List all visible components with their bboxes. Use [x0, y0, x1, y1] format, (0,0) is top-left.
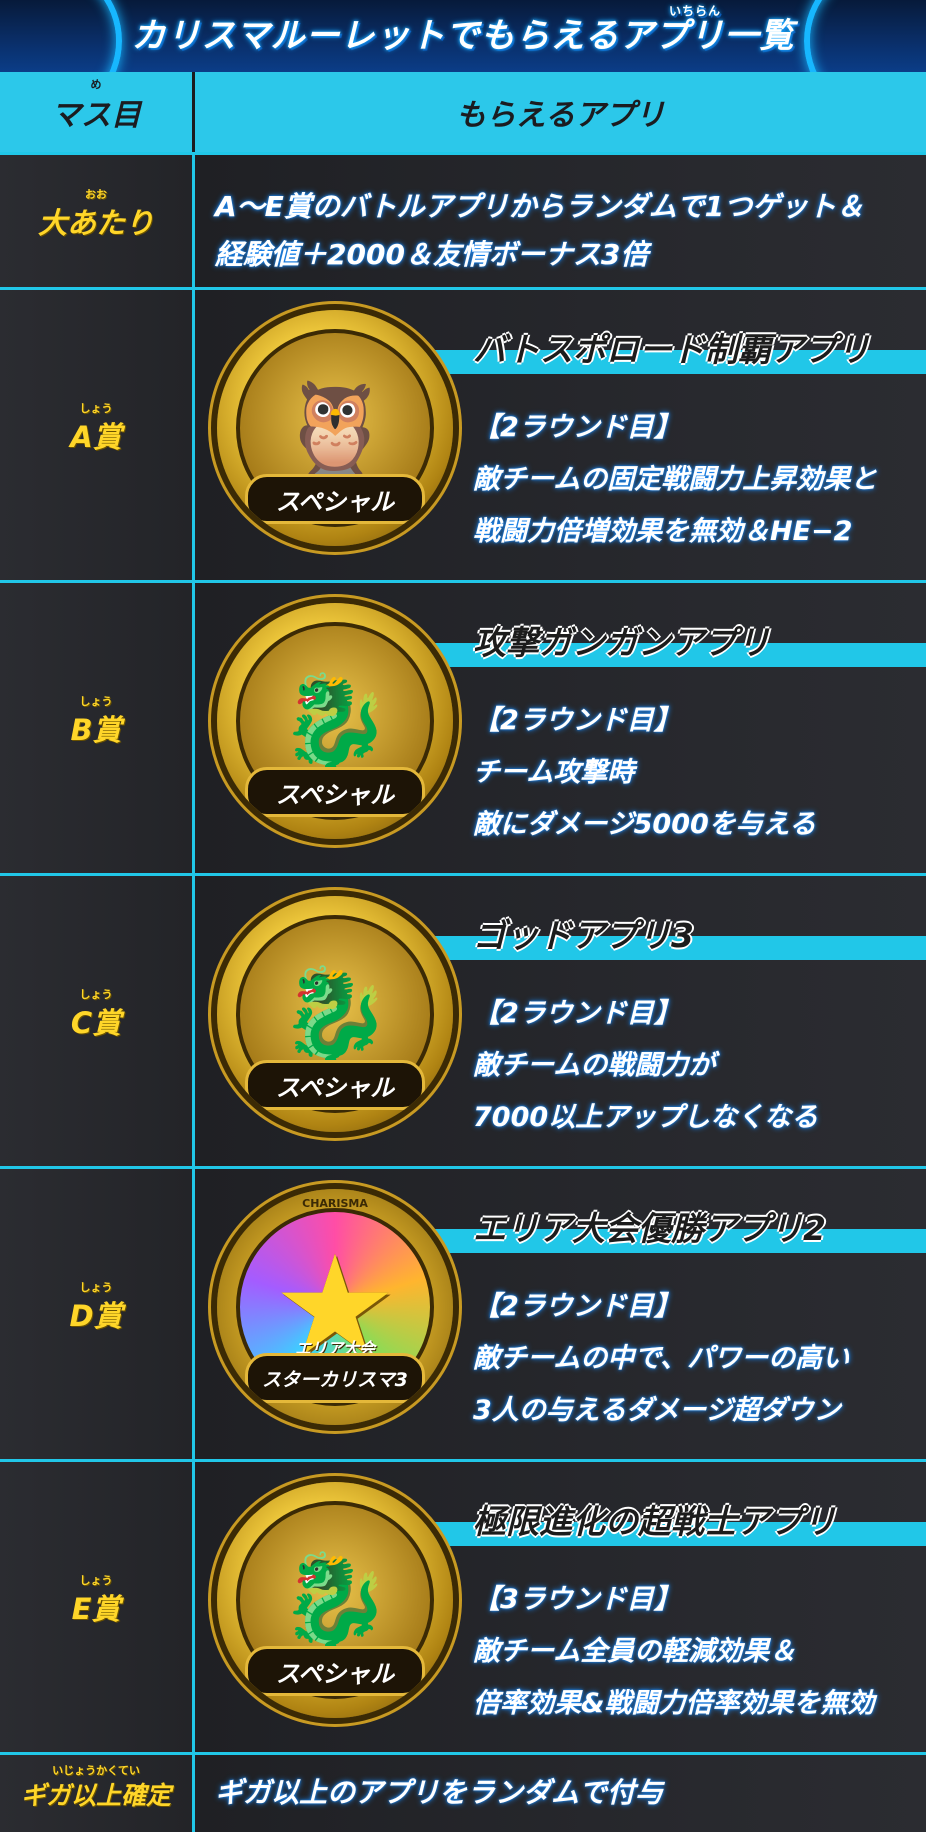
header-left-ruby: め: [90, 78, 102, 91]
row-content-cell: 🐉 スペシャル 極限進化の超戦士アプリ 【3ラウンド目】 敵チーム全員の軽減効果…: [195, 1462, 926, 1752]
row-content-cell: A～E賞のバトルアプリからランダムで1つゲット＆ 経験値＋2000＆友情ボーナス…: [195, 155, 926, 287]
effect-line: 【2ラウンド目】: [473, 1291, 681, 1322]
table-row-prize-b: しょう B賞 🐉 スペシャル 攻撃ガンガンアプリ 【2ラウンド目】 チーム攻撃時…: [0, 580, 926, 873]
page-title: カリスマルーレットでもらえるアプリ一覧 いちらん: [0, 4, 926, 57]
prize-label-ruby: しょう: [79, 988, 113, 1001]
row-label-cell: しょう E賞: [0, 1462, 192, 1752]
prize-label-text: D賞: [69, 1299, 123, 1333]
header-cell-right: もらえるアプリ: [195, 72, 926, 152]
page-header: カリスマルーレットでもらえるアプリ一覧 いちらん: [0, 0, 926, 72]
app-name: ゴッドアプリ3: [473, 916, 694, 955]
effect-line: 【3ラウンド目】: [473, 1584, 681, 1615]
prize-label-text: B賞: [70, 713, 122, 747]
header-left-text: マス目: [51, 98, 141, 133]
table-row-giga: いじょうかくてい ギガ以上確定 ギガ以上のアプリをランダムで付与: [0, 1752, 926, 1832]
prize-label-ruby: しょう: [79, 695, 113, 708]
row-content-cell: 🐉 スペシャル 攻撃ガンガンアプリ 【2ラウンド目】 チーム攻撃時 敵にダメージ…: [195, 583, 926, 873]
prize-label-text: A賞: [70, 420, 122, 454]
table-header-row: め マス目 もらえるアプリ: [0, 72, 926, 152]
app-name: エリア大会優勝アプリ2: [473, 1209, 826, 1248]
prize-table: め マス目 もらえるアプリ おお 大あたり A～E賞のバトルアプリからランダムで…: [0, 72, 926, 1832]
table-row-prize-d: しょう D賞 CHARISMA ★ エリア大会 スターカリスマ3 エリア大会優勝…: [0, 1166, 926, 1459]
row-content-cell: 🦉 スペシャル バトスポロード制覇アプリ 【2ラウンド目】 敵チームの固定戦闘力…: [195, 290, 926, 580]
effect-line: 倍率効果&戦闘力倍率効果を無効: [473, 1688, 875, 1719]
app-effect: 【2ラウンド目】 敵チームの固定戦闘力上昇効果と 戦闘力倍増効果を無効＆HE−2: [473, 402, 877, 558]
jackpot-line-2: 経験値＋2000＆友情ボーナス3倍: [215, 238, 649, 271]
effect-line: 敵チームの戦闘力が: [473, 1050, 716, 1081]
row-content-cell: ギガ以上のアプリをランダムで付与: [195, 1755, 926, 1832]
effect-line: 戦闘力倍増効果を無効＆HE−2: [473, 516, 853, 547]
giga-label-ruby: いじょうかくてい: [52, 1763, 140, 1777]
prize-label: しょう A賞: [70, 402, 122, 456]
effect-line: 敵にダメージ5000を与える: [473, 809, 816, 840]
app-medal: 🐉 スペシャル: [217, 1482, 453, 1718]
prize-label: しょう D賞: [69, 1281, 123, 1335]
prize-label-ruby: しょう: [79, 402, 113, 415]
row-label-cell: しょう B賞: [0, 583, 192, 873]
table-row-prize-c: しょう C賞 🐉 スペシャル ゴッドアプリ3 【2ラウンド目】 敵チームの戦闘力…: [0, 873, 926, 1166]
row-label-cell: いじょうかくてい ギガ以上確定: [0, 1755, 192, 1832]
prize-label-ruby: しょう: [79, 1281, 113, 1294]
giga-label: いじょうかくてい ギガ以上確定: [20, 1764, 171, 1812]
title-text: カリスマルーレットでもらえるアプリ一覧: [131, 16, 795, 56]
prize-label: しょう E賞: [71, 1574, 121, 1628]
row-label-cell: しょう D賞: [0, 1169, 192, 1459]
row-label-cell: おお 大あたり: [0, 155, 192, 287]
jackpot-description: A～E賞のバトルアプリからランダムで1つゲット＆ 経験値＋2000＆友情ボーナス…: [215, 183, 864, 279]
prize-label-text: E賞: [71, 1592, 121, 1626]
header-right-label: もらえるアプリ: [455, 98, 666, 133]
title-ruby: いちらん: [668, 4, 721, 18]
effect-line: 【2ラウンド目】: [473, 998, 681, 1029]
medal-band: スペシャル: [245, 767, 425, 817]
medal-band: スペシャル: [245, 1060, 425, 1110]
row-content-cell: CHARISMA ★ エリア大会 スターカリスマ3 エリア大会優勝アプリ2 【2…: [195, 1169, 926, 1459]
medal-band: スペシャル: [245, 1646, 425, 1696]
app-medal: 🦉 スペシャル: [217, 310, 453, 546]
app-effect: 【2ラウンド目】 チーム攻撃時 敵にダメージ5000を与える: [473, 695, 816, 851]
effect-line: 3人の与えるダメージ超ダウン: [473, 1395, 841, 1426]
medal-band: スターカリスマ3: [245, 1353, 425, 1403]
jackpot-ruby: おお: [84, 188, 107, 201]
app-effect: 【3ラウンド目】 敵チーム全員の軽減効果＆ 倍率効果&戦闘力倍率効果を無効: [473, 1574, 875, 1730]
table-row-prize-a: しょう A賞 🦉 スペシャル バトスポロード制覇アプリ 【2ラウンド目】 敵チー…: [0, 287, 926, 580]
giga-label-text: ギガ以上確定: [20, 1780, 171, 1810]
row-label-cell: しょう A賞: [0, 290, 192, 580]
prize-label-ruby: しょう: [79, 1574, 113, 1587]
effect-line: 敵チームの中で、パワーの高い: [473, 1343, 850, 1374]
table-row-prize-e: しょう E賞 🐉 スペシャル 極限進化の超戦士アプリ 【3ラウンド目】 敵チーム…: [0, 1459, 926, 1752]
effect-line: 敵チームの固定戦闘力上昇効果と: [473, 464, 878, 495]
medal-band: スペシャル: [245, 474, 425, 524]
table-row-jackpot: おお 大あたり A～E賞のバトルアプリからランダムで1つゲット＆ 経験値＋200…: [0, 152, 926, 287]
header-cell-left: め マス目: [0, 72, 192, 152]
effect-line: 7000以上アップしなくなる: [473, 1102, 819, 1133]
app-medal: CHARISMA ★ エリア大会 スターカリスマ3: [217, 1189, 453, 1425]
giga-description: ギガ以上のアプリをランダムで付与: [215, 1776, 664, 1809]
effect-line: 敵チーム全員の軽減効果＆: [473, 1636, 797, 1667]
prize-label: しょう B賞: [70, 695, 122, 749]
jackpot-line-1: A～E賞のバトルアプリからランダムで1つゲット＆: [215, 190, 865, 223]
row-content-cell: 🐉 スペシャル ゴッドアプリ3 【2ラウンド目】 敵チームの戦闘力が 7000以…: [195, 876, 926, 1166]
jackpot-label: おお 大あたり: [37, 188, 154, 242]
prize-label-text: C賞: [70, 1006, 122, 1040]
app-name: バトスポロード制覇アプリ: [473, 330, 870, 369]
app-name: 極限進化の超戦士アプリ: [473, 1502, 836, 1541]
row-label-cell: しょう C賞: [0, 876, 192, 1166]
app-medal: 🐉 スペシャル: [217, 603, 453, 839]
app-name: 攻撃ガンガンアプリ: [473, 623, 770, 662]
effect-line: 【2ラウンド目】: [473, 412, 681, 443]
header-left-label: め マス目: [51, 78, 141, 134]
effect-line: 【2ラウンド目】: [473, 705, 681, 736]
app-effect: 【2ラウンド目】 敵チームの戦闘力が 7000以上アップしなくなる: [473, 988, 818, 1144]
jackpot-label-text: 大あたり: [37, 206, 154, 240]
app-effect: 【2ラウンド目】 敵チームの中で、パワーの高い 3人の与えるダメージ超ダウン: [473, 1281, 849, 1437]
effect-line: チーム攻撃時: [473, 757, 635, 788]
app-medal: 🐉 スペシャル: [217, 896, 453, 1132]
prize-label: しょう C賞: [70, 988, 122, 1042]
